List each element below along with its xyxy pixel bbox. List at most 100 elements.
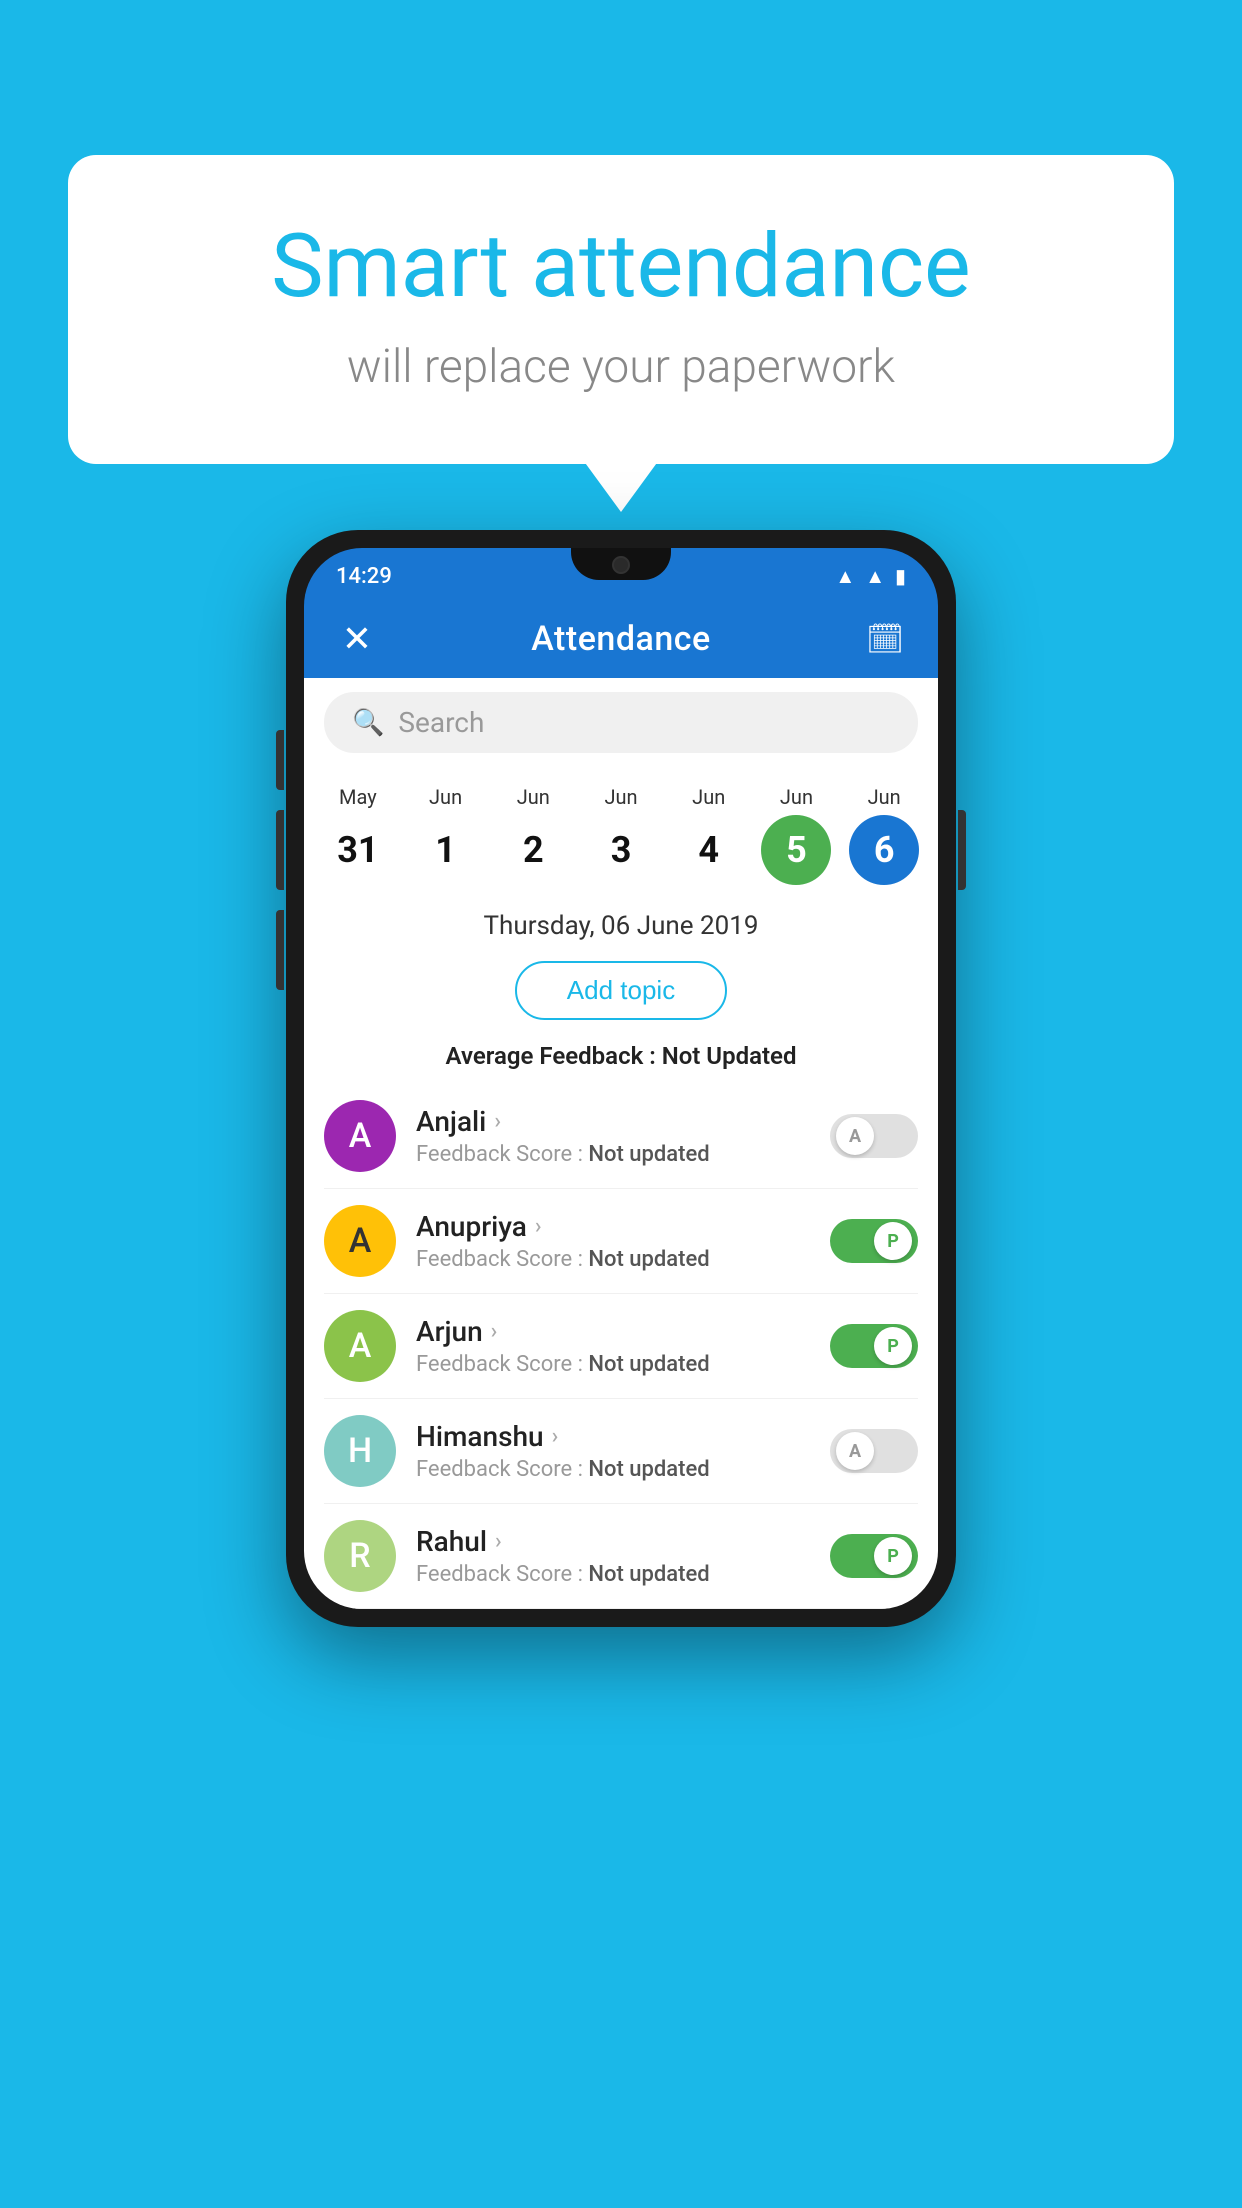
student-info: Arjun › Feedback Score : Not updated (416, 1315, 810, 1377)
student-list: AAnjali ›Feedback Score : Not updatedAAA… (304, 1084, 938, 1609)
phone-notch (571, 548, 671, 580)
student-name: Arjun › (416, 1315, 810, 1348)
cal-month-label: May (339, 785, 377, 809)
student-name: Himanshu › (416, 1420, 810, 1453)
average-feedback: Average Feedback : Not Updated (304, 1036, 938, 1084)
chevron-icon: › (494, 1109, 501, 1134)
cal-date-number: 31 (323, 815, 393, 885)
screen-content: 🔍 Search May 31 Jun 1 Jun 2 Jun 3 Jun 4 Jun 5 Jun 6 T… (304, 678, 938, 1609)
power-button (958, 810, 966, 890)
cal-month-label: Jun (868, 785, 901, 809)
attendance-toggle[interactable]: P (830, 1534, 918, 1578)
student-name: Anjali › (416, 1105, 810, 1138)
student-name: Anupriya › (416, 1210, 810, 1243)
speech-bubble-subtitle: will replace your paperwork (148, 340, 1094, 394)
calendar-day[interactable]: May 31 (314, 777, 402, 893)
signal-icon: ▲ (865, 564, 885, 589)
speech-bubble: Smart attendance will replace your paper… (68, 155, 1174, 464)
student-item[interactable]: A Anupriya › Feedback Score : Not updated P (324, 1189, 918, 1294)
feedback-score: Feedback Score : Not updated (416, 1352, 810, 1377)
feedback-value: Not updated (588, 1457, 709, 1482)
calendar-row: May 31 Jun 1 Jun 2 Jun 3 Jun 4 Jun 5 Jun 6 (304, 767, 938, 893)
cal-month-label: Jun (604, 785, 637, 809)
attendance-toggle[interactable]: A (830, 1429, 918, 1473)
cal-date-number: 3 (586, 815, 656, 885)
calendar-day[interactable]: Jun 6 (840, 777, 928, 893)
chevron-icon: › (535, 1214, 542, 1239)
cal-date-number: 2 (498, 815, 568, 885)
close-button[interactable]: ✕ (332, 618, 382, 660)
phone-screen: 14:29 ▲ ▲ ▮ ✕ Attendance 🗓 🔍 (304, 548, 938, 1609)
feedback-value: Not updated (588, 1562, 709, 1587)
toggle-knob: P (874, 1537, 912, 1575)
speech-bubble-container: Smart attendance will replace your paper… (68, 155, 1174, 464)
toggle-knob: A (836, 1432, 874, 1470)
chevron-icon: › (552, 1424, 559, 1449)
cal-date-number: 4 (674, 815, 744, 885)
feedback-score: Feedback Score : Not updated (416, 1562, 810, 1587)
vol-down-button (276, 910, 284, 990)
cal-month-label: Jun (517, 785, 550, 809)
student-info: Rahul › Feedback Score : Not updated (416, 1525, 810, 1587)
student-item[interactable]: R Rahul › Feedback Score : Not updated P (324, 1504, 918, 1609)
feedback-score: Feedback Score : Not updated (416, 1247, 810, 1272)
toggle-knob: P (874, 1327, 912, 1365)
vol-up-button (276, 810, 284, 890)
toggle-knob: A (836, 1117, 874, 1155)
search-bar: 🔍 Search (304, 678, 938, 767)
student-name: Rahul › (416, 1525, 810, 1558)
chevron-icon: › (495, 1529, 502, 1554)
cal-date-number: 1 (411, 815, 481, 885)
attendance-toggle[interactable]: A (830, 1114, 918, 1158)
feedback-score: Feedback Score : Not updated (416, 1142, 810, 1167)
student-item[interactable]: A Anjali › Feedback Score : Not updated A (324, 1084, 918, 1189)
calendar-day[interactable]: Jun 3 (577, 777, 665, 893)
calendar-icon[interactable]: 🗓 (860, 622, 910, 657)
battery-icon: ▮ (895, 564, 906, 588)
phone-wrapper: 14:29 ▲ ▲ ▮ ✕ Attendance 🗓 🔍 (286, 530, 956, 1627)
camera (612, 556, 630, 574)
toggle-knob: P (874, 1222, 912, 1260)
attendance-toggle[interactable]: P (830, 1324, 918, 1368)
mute-button (276, 730, 284, 790)
cal-date-number: 6 (849, 815, 919, 885)
chevron-icon: › (491, 1319, 498, 1344)
cal-date-number: 5 (761, 815, 831, 885)
app-bar: ✕ Attendance 🗓 (304, 600, 938, 678)
cal-month-label: Jun (429, 785, 462, 809)
date-header: Thursday, 06 June 2019 (304, 893, 938, 951)
student-info: Anjali › Feedback Score : Not updated (416, 1105, 810, 1167)
calendar-day[interactable]: Jun 4 (665, 777, 753, 893)
avatar: A (324, 1205, 396, 1277)
cal-month-label: Jun (692, 785, 725, 809)
avatar: A (324, 1100, 396, 1172)
search-input[interactable]: 🔍 Search (324, 692, 918, 753)
avatar: H (324, 1415, 396, 1487)
feedback-score: Feedback Score : Not updated (416, 1457, 810, 1482)
app-bar-title: Attendance (382, 619, 860, 659)
student-item[interactable]: H Himanshu › Feedback Score : Not updated A (324, 1399, 918, 1504)
status-time: 14:29 (336, 564, 392, 589)
avg-feedback-value: Not Updated (662, 1042, 797, 1070)
student-info: Anupriya › Feedback Score : Not updated (416, 1210, 810, 1272)
status-icons: ▲ ▲ ▮ (835, 564, 906, 589)
search-placeholder: Search (398, 706, 484, 739)
add-topic-button[interactable]: Add topic (515, 961, 727, 1020)
avg-feedback-label: Average Feedback : (446, 1042, 662, 1070)
speech-bubble-title: Smart attendance (148, 215, 1094, 318)
calendar-day[interactable]: Jun 2 (489, 777, 577, 893)
calendar-day[interactable]: Jun 1 (402, 777, 490, 893)
avatar: A (324, 1310, 396, 1382)
cal-month-label: Jun (780, 785, 813, 809)
calendar-day[interactable]: Jun 5 (753, 777, 841, 893)
student-item[interactable]: A Arjun › Feedback Score : Not updated P (324, 1294, 918, 1399)
phone-outer: 14:29 ▲ ▲ ▮ ✕ Attendance 🗓 🔍 (286, 530, 956, 1627)
feedback-value: Not updated (588, 1247, 709, 1272)
attendance-toggle[interactable]: P (830, 1219, 918, 1263)
search-icon: 🔍 (352, 708, 384, 738)
avatar: R (324, 1520, 396, 1592)
feedback-value: Not updated (588, 1142, 709, 1167)
student-info: Himanshu › Feedback Score : Not updated (416, 1420, 810, 1482)
wifi-icon: ▲ (835, 564, 855, 589)
feedback-value: Not updated (588, 1352, 709, 1377)
